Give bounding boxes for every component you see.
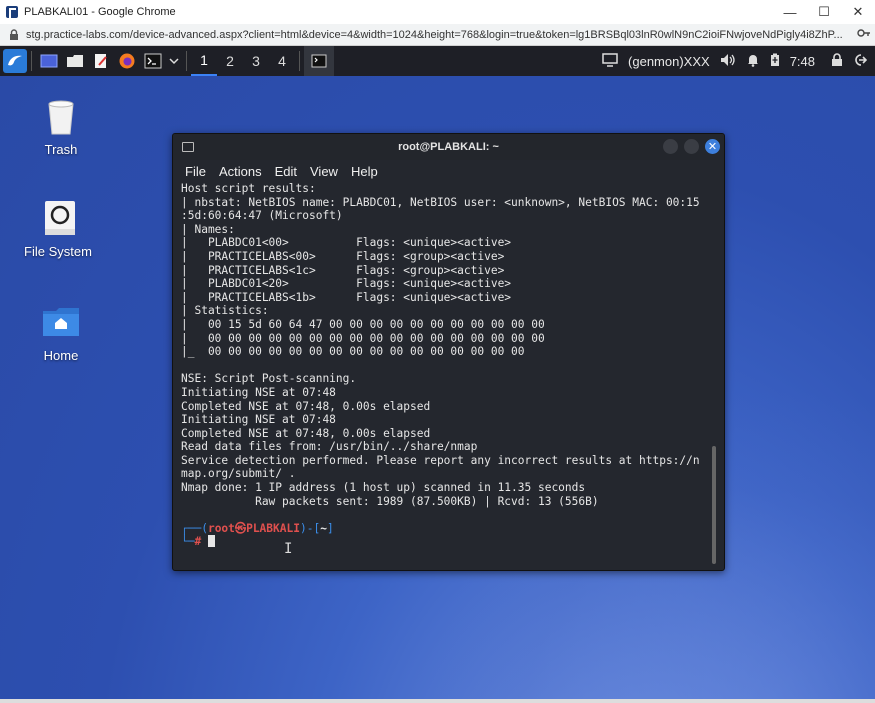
key-icon[interactable] [853,28,875,41]
drive-icon [40,198,80,238]
browser-bottom-border [0,699,875,703]
window-title: PLABKALI01 - Google Chrome [24,6,176,18]
trash-icon [41,96,81,136]
desktop-icon-file-system[interactable]: File System [24,198,95,259]
terminal-close-button[interactable]: ✕ [705,139,720,154]
terminal-line: | nbstat: NetBIOS name: PLABDC01, NetBIO… [181,195,700,209]
lock-icon[interactable] [6,28,22,41]
prompt-user-host: root㉿PLABKALI [207,521,300,535]
terminal-output[interactable]: Host script results: | nbstat: NetBIOS na… [173,182,712,570]
desktop-icon-label: Home [43,348,79,363]
terminal-line: | Names: [181,222,235,236]
taskbar-terminal-window-button[interactable] [304,46,334,76]
terminal-line: Completed NSE at 07:48, 0.00s elapsed [181,426,431,440]
logout-icon[interactable] [853,53,868,70]
workspace-3[interactable]: 3 [243,46,269,76]
site-favicon-icon [6,6,18,18]
terminal-scrollbar[interactable] [712,446,716,564]
desktop-icon-label: Trash [44,142,78,157]
menu-help[interactable]: Help [351,164,378,179]
terminal-menubar: File Actions Edit View Help [173,160,724,182]
terminal-minimize-button[interactable] [663,139,678,154]
terminal-line: Host script results: [181,182,316,195]
menu-actions[interactable]: Actions [219,164,262,179]
address-bar[interactable]: stg.practice-labs.com/device-advanced.as… [0,24,875,46]
text-cursor [207,535,215,548]
top-panel: 1 2 3 4 (genmon)XXX 7:48 [0,46,875,76]
text-editor-icon[interactable] [88,46,114,76]
terminal-maximize-button[interactable] [684,139,699,154]
prompt-symbol: # [194,535,202,549]
lock-screen-icon[interactable] [831,52,843,70]
notifications-icon[interactable] [746,53,760,70]
desktop-icon-home[interactable]: Home [26,302,96,363]
genmon-label: (genmon)XXX [628,53,710,69]
workspace-2[interactable]: 2 [217,46,243,76]
terminal-line: |_ 00 00 00 00 00 00 00 00 00 00 00 00 0… [181,345,525,359]
terminal-line: | PRACTICELABS<1b> Flags: <unique><activ… [181,290,512,304]
volume-icon[interactable] [720,53,736,70]
chevron-down-icon[interactable] [166,46,182,76]
terminal-line: Initiating NSE at 07:48 [181,413,336,427]
prompt-line-2[interactable]: └─# [181,535,712,549]
terminal-line: Read data files from: /usr/bin/../share/… [181,440,478,454]
terminal-line: | 00 00 00 00 00 00 00 00 00 00 00 00 00… [181,331,545,345]
terminal-window[interactable]: root@PLABKALI: ~ ✕ File Actions Edit Vie… [172,133,725,571]
show-desktop-icon[interactable] [36,46,62,76]
menu-file[interactable]: File [185,164,206,179]
prompt-dir: ~ [320,521,327,535]
firefox-icon[interactable] [114,46,140,76]
menu-edit[interactable]: Edit [275,164,297,179]
mouse-ibeam-cursor-icon: I [284,541,293,557]
home-folder-icon [41,302,81,342]
terminal-line: Initiating NSE at 07:48 [181,385,336,399]
terminal-title: root@PLABKALI: ~ [398,141,499,153]
terminal-line: | PRACTICELABS<1c> Flags: <group><active… [181,263,505,277]
maximize-button[interactable]: ☐ [807,0,841,24]
close-window-button[interactable]: ✕ [841,0,875,24]
workspace-1[interactable]: 1 [191,46,217,76]
file-manager-icon[interactable] [62,46,88,76]
terminal-line: Raw packets sent: 1989 (87.500KB) | Rcvd… [181,494,599,508]
url-text[interactable]: stg.practice-labs.com/device-advanced.as… [26,29,853,41]
minimize-button[interactable]: — [773,0,807,24]
display-icon[interactable] [602,52,618,70]
terminal-launcher-icon[interactable] [140,46,166,76]
terminal-line: :5d:60:64:47 (Microsoft) [181,209,343,223]
menu-view[interactable]: View [310,164,338,179]
terminal-line: Service detection performed. Please repo… [181,453,700,467]
prompt-line-1: ┌──(root㉿PLABKALI)-[~] [181,521,334,535]
terminal-line: Completed NSE at 07:48, 0.00s elapsed [181,399,431,413]
terminal-line: | PLABDC01<20> Flags: <unique><active> [181,277,512,291]
kali-menu-icon[interactable] [3,49,27,73]
browser-titlebar: PLABKALI01 - Google Chrome — ☐ ✕ [0,0,875,24]
terminal-line: | PRACTICELABS<00> Flags: <group><active… [181,249,505,263]
battery-icon[interactable] [770,53,780,70]
desktop-icon-trash[interactable]: Trash [26,96,96,157]
workspace-4[interactable]: 4 [269,46,295,76]
terminal-line: map.org/submit/ . [181,467,296,481]
terminal-line: | 00 15 5d 60 64 47 00 00 00 00 00 00 00… [181,317,545,331]
terminal-line: | Statistics: [181,304,269,318]
clock[interactable]: 7:48 [790,54,815,69]
terminal-titlebar[interactable]: root@PLABKALI: ~ ✕ [173,134,724,160]
terminal-line: Nmap done: 1 IP address (1 host up) scan… [181,481,586,495]
terminal-line: NSE: Script Post-scanning. [181,372,357,386]
terminal-line: | PLABDC01<00> Flags: <unique><active> [181,236,512,250]
desktop-icon-label: File System [24,244,92,259]
